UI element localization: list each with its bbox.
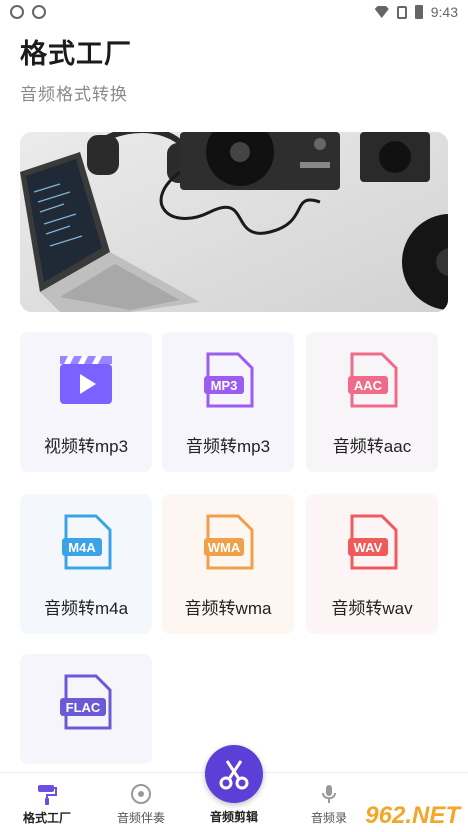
music-disc-icon	[130, 783, 152, 805]
tile-label: 音频转m4a	[43, 599, 129, 618]
notification-icon	[10, 5, 24, 19]
page-subtitle: 音频格式转换	[20, 85, 128, 104]
video-clapper-icon	[58, 352, 114, 408]
status-bar: 9:43	[0, 0, 468, 26]
tile-label: 音频转mp3	[185, 437, 271, 456]
nav-label-audio-edit[interactable]: 音频剪辑	[190, 808, 278, 825]
status-time: 9:43	[430, 4, 458, 20]
svg-text:MP3: MP3	[211, 378, 238, 393]
svg-text:WAV: WAV	[354, 540, 383, 555]
battery-icon	[414, 5, 423, 19]
tile-audio-to-flac[interactable]: FLAC	[20, 654, 152, 764]
wav-file-icon: WAV	[344, 514, 400, 570]
tile-audio-to-m4a[interactable]: M4A 音频转m4a	[20, 494, 152, 634]
banner-image[interactable]	[20, 132, 448, 312]
aac-file-icon: AAC	[344, 352, 400, 408]
svg-text:M4A: M4A	[68, 540, 96, 555]
svg-text:FLAC: FLAC	[66, 700, 101, 715]
paint-roller-icon	[36, 783, 58, 805]
sim-icon	[396, 5, 407, 19]
svg-text:WMA: WMA	[208, 540, 241, 555]
page-title: 格式工厂	[20, 39, 132, 69]
nav-item-accompaniment[interactable]: 音频伴奏	[94, 773, 188, 832]
tile-video-to-mp3[interactable]: 视频转mp3	[20, 332, 152, 472]
m4a-file-icon: M4A	[58, 514, 114, 570]
tile-audio-to-wma[interactable]: WMA 音频转wma	[162, 494, 294, 634]
mp3-file-icon: MP3	[200, 352, 256, 408]
settings-status-icon	[32, 5, 46, 19]
flac-file-icon: FLAC	[58, 674, 114, 730]
nav-label: 音频伴奏	[116, 811, 165, 825]
wifi-icon	[374, 6, 389, 18]
nav-item-format-factory[interactable]: 格式工厂	[0, 773, 94, 832]
nav-label: 音频录	[310, 811, 347, 825]
tile-label: 音频转aac	[332, 437, 412, 456]
nav-item-record[interactable]: 音频录	[282, 773, 376, 832]
svg-text:AAC: AAC	[354, 378, 383, 393]
scissors-icon	[219, 760, 249, 790]
audio-edit-fab[interactable]	[205, 745, 263, 803]
tile-label: 视频转mp3	[43, 437, 129, 456]
nav-label: 格式工厂	[22, 811, 71, 825]
tile-audio-to-wav[interactable]: WAV 音频转wav	[306, 494, 438, 634]
wma-file-icon: WMA	[200, 514, 256, 570]
microphone-icon	[318, 783, 340, 805]
tile-audio-to-aac[interactable]: AAC 音频转aac	[306, 332, 438, 472]
speaker-icon	[360, 132, 430, 182]
tile-label: 音频转wav	[331, 599, 413, 618]
tile-label: 音频转wma	[184, 599, 272, 618]
turntable-icon	[180, 132, 340, 190]
watermark: 962.NET	[365, 802, 460, 829]
tile-audio-to-mp3[interactable]: MP3 音频转mp3	[162, 332, 294, 472]
